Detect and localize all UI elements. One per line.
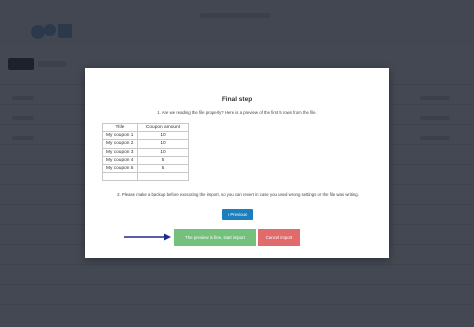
cell-title: My coupon 1 — [102, 131, 138, 141]
column-header-coupon-amount: Coupon amount — [137, 122, 189, 133]
start-import-button[interactable]: The preview is fine, start import — [174, 229, 256, 246]
cancel-import-button[interactable]: Cancel import — [258, 229, 300, 246]
step1-text: 1. Are we reading the file properly? Her… — [157, 110, 317, 115]
import-modal: Final step 1. Are we reading the file pr… — [85, 68, 389, 258]
table-header-row: Title Coupon amount — [102, 122, 189, 133]
previous-button-label: Previous — [230, 212, 248, 217]
cell-title: My coupon 5 — [102, 163, 138, 174]
previous-button[interactable]: ‹Previous — [222, 209, 253, 220]
arrow-right-icon — [124, 233, 171, 241]
cell-title — [102, 172, 138, 182]
modal-title: Final step — [221, 96, 253, 103]
preview-table: Title Coupon amount My coupon 1 10 My co… — [102, 122, 189, 182]
table-row: My coupon 2 10 — [102, 139, 189, 149]
table-row: My coupon 1 10 — [102, 131, 189, 141]
cell-amount: 10 — [137, 139, 189, 149]
column-header-title: Title — [102, 122, 138, 133]
table-row-empty — [102, 172, 189, 182]
cell-amount: 10 — [137, 147, 189, 157]
step2-text: 2. Please make a backup before executing… — [117, 192, 359, 197]
cell-amount: 5 — [137, 155, 189, 165]
cell-amount — [137, 172, 189, 182]
table-row: My coupon 5 5 — [102, 163, 189, 174]
table-row: My coupon 3 10 — [102, 147, 189, 157]
table-row: My coupon 4 5 — [102, 155, 189, 165]
cell-amount: 10 — [137, 131, 189, 141]
cell-title: My coupon 4 — [102, 155, 138, 165]
cell-amount: 5 — [137, 163, 189, 174]
cell-title: My coupon 2 — [102, 139, 138, 149]
cell-title: My coupon 3 — [102, 147, 138, 157]
